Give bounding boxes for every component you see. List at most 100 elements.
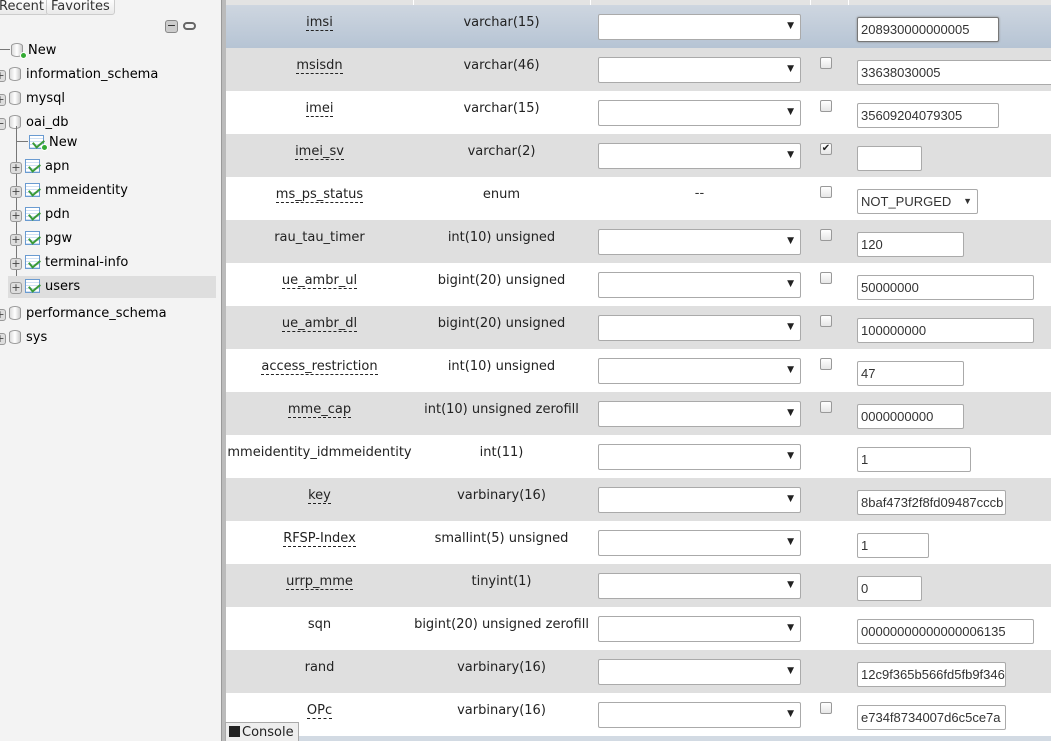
collapse-icon[interactable]: −: [0, 118, 6, 130]
function-select[interactable]: [598, 530, 801, 556]
tree-item-label: New: [49, 135, 78, 150]
tree-item-information_schema[interactable]: + information_schema: [0, 64, 158, 86]
field-type: varbinary(16): [457, 660, 546, 675]
function-select[interactable]: [598, 315, 801, 341]
field-name-text: mme_cap: [287, 402, 352, 418]
tree-item-label: mysql: [26, 91, 65, 106]
field-type: int(10) unsigned zerofill: [424, 402, 579, 417]
value-select[interactable]: NOT_PURGED: [857, 189, 978, 214]
tree-item-label: users: [45, 279, 81, 294]
tree-item-oai_db[interactable]: − oai_db: [0, 112, 69, 134]
field-row-rau_tau_timer: rau_tau_timer int(10) unsigned 120: [226, 220, 1051, 263]
tree-item-new-table[interactable]: New: [16, 132, 216, 154]
null-checkbox[interactable]: [820, 57, 832, 69]
expand-icon[interactable]: +: [10, 186, 22, 198]
function-select[interactable]: [598, 57, 801, 83]
value-input[interactable]: 208930000000005: [857, 17, 999, 42]
value-input[interactable]: 35609204079305: [857, 103, 999, 128]
field-row-OPc: OPc varbinary(16) e734f8734007d6c5ce7a: [226, 693, 1051, 736]
field-row-mme_cap: mme_cap int(10) unsigned zerofill 00000000…: [226, 392, 1051, 435]
null-checkbox[interactable]: [820, 100, 832, 112]
function-select[interactable]: [598, 444, 801, 470]
field-name-text: ue_ambr_dl: [281, 316, 358, 332]
expand-icon[interactable]: +: [10, 162, 22, 174]
value-input[interactable]: 8baf473f2f8fd09487cccb: [857, 490, 1006, 515]
null-checkbox[interactable]: [820, 702, 832, 714]
value-input[interactable]: e734f8734007d6c5ce7a: [857, 705, 1006, 730]
value-input[interactable]: 33638030005: [857, 60, 1051, 85]
tree-item-label: oai_db: [26, 115, 69, 130]
value-input[interactable]: 0000000000: [857, 404, 964, 429]
expand-icon[interactable]: +: [0, 70, 6, 82]
tree-item-sys[interactable]: + sys: [0, 327, 47, 349]
value-input[interactable]: 1: [857, 533, 929, 558]
table-icon: [25, 207, 40, 221]
console-label: Console: [242, 725, 294, 740]
function-select[interactable]: [598, 272, 801, 298]
value-input[interactable]: 1: [857, 447, 971, 472]
console-button[interactable]: Console: [225, 722, 299, 741]
function-select[interactable]: [598, 616, 801, 642]
tree-item-label: mmeidentity: [45, 183, 128, 198]
collapse-all-icon[interactable]: −: [165, 20, 178, 33]
tab-recent[interactable]: Recent: [0, 0, 49, 15]
tree-item-label: performance_schema: [26, 306, 167, 321]
null-checkbox[interactable]: [820, 401, 832, 413]
link-icon[interactable]: [183, 22, 196, 30]
value-input[interactable]: 00000000000000006135: [857, 619, 1034, 644]
value-input[interactable]: [857, 146, 922, 171]
field-name: rau_tau_timer: [226, 230, 413, 245]
tree-item-pgw[interactable]: + pgw: [8, 228, 216, 250]
field-name: ue_ambr_dl: [226, 316, 413, 332]
field-row-urrp_mme: urrp_mme tinyint(1) 0: [226, 564, 1051, 607]
expand-icon[interactable]: +: [10, 282, 22, 294]
expand-icon[interactable]: +: [10, 210, 22, 222]
value-input[interactable]: 12c9f365b566fd5fb9f346: [857, 662, 1006, 687]
tab-favorites[interactable]: Favorites: [46, 0, 115, 15]
tree-item-New[interactable]: New: [0, 40, 56, 62]
value-input[interactable]: 0: [857, 576, 922, 601]
expand-icon[interactable]: +: [0, 309, 6, 321]
function-select[interactable]: [598, 143, 801, 169]
field-type: varbinary(16): [457, 488, 546, 503]
null-checkbox[interactable]: [820, 358, 832, 370]
value-input[interactable]: 50000000: [857, 275, 1034, 300]
function-select[interactable]: [598, 358, 801, 384]
value-input[interactable]: 100000000: [857, 318, 1034, 343]
value-input[interactable]: 120: [857, 232, 964, 257]
tree-item-pdn[interactable]: + pdn: [8, 204, 216, 226]
tree-item-apn[interactable]: + apn: [8, 156, 216, 178]
null-checkbox[interactable]: ✔: [820, 143, 832, 155]
bottom-bar: [299, 736, 1051, 741]
tree-item-mysql[interactable]: + mysql: [0, 88, 65, 110]
field-name-text: ue_ambr_ul: [281, 273, 358, 289]
tree-item-terminal-info[interactable]: + terminal-info: [8, 252, 216, 274]
field-name: ms_ps_status: [226, 187, 413, 203]
function-select[interactable]: [598, 401, 801, 427]
field-name-text: imei_sv: [295, 144, 344, 160]
function-select[interactable]: [598, 573, 801, 599]
expand-icon[interactable]: +: [0, 333, 6, 345]
function-select[interactable]: [598, 659, 801, 685]
null-checkbox[interactable]: [820, 272, 832, 284]
expand-icon[interactable]: +: [10, 234, 22, 246]
function-select[interactable]: [598, 14, 801, 40]
function-select[interactable]: [598, 702, 801, 728]
field-name-text: OPc: [306, 703, 333, 719]
function-select[interactable]: [598, 229, 801, 255]
expand-icon[interactable]: +: [10, 258, 22, 270]
tree-item-mmeidentity[interactable]: + mmeidentity: [8, 180, 216, 202]
function-select[interactable]: [598, 100, 801, 126]
expand-icon[interactable]: +: [0, 94, 6, 106]
function-select[interactable]: [598, 487, 801, 513]
tree-item-performance_schema[interactable]: + performance_schema: [0, 303, 167, 325]
value-input[interactable]: 47: [857, 361, 964, 386]
null-checkbox[interactable]: [820, 229, 832, 241]
tree-item-users[interactable]: + users: [8, 276, 216, 298]
table-icon: [25, 255, 40, 269]
field-type: int(10) unsigned: [447, 359, 556, 374]
field-name: access_restriction: [226, 359, 413, 375]
null-checkbox[interactable]: [820, 315, 832, 327]
null-checkbox[interactable]: [820, 186, 832, 198]
database-icon: [11, 43, 27, 59]
